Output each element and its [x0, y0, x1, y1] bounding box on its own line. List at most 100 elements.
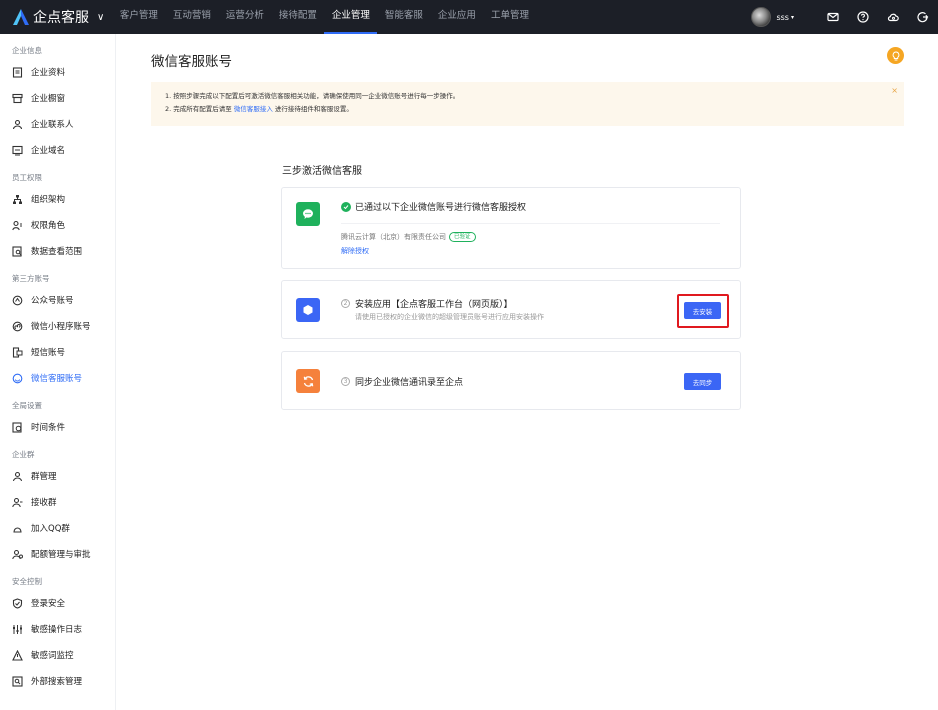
domain-icon — [12, 145, 23, 156]
step-card-authorization: 已通过以下企业微信账号进行微信客服授权 腾讯云计算（北京）有限责任公司 已验证 … — [281, 187, 741, 269]
section-title: 三步激活微信客服 — [282, 166, 362, 177]
wechat-service-icon — [12, 373, 23, 384]
avatar[interactable] — [751, 7, 772, 27]
sidebar-item-label: 短信账号 — [31, 348, 66, 358]
sync-button[interactable]: 去同步 — [684, 373, 721, 390]
shield-icon — [12, 597, 23, 609]
nav-item[interactable]: 客户管理 — [112, 0, 165, 34]
sidebar-item-label: 接收群 — [31, 498, 57, 508]
sidebar-item[interactable]: 短信账号 — [0, 339, 115, 365]
notice-line-1: 1. 按照步骤完成以下配置后可激活微信客服相关功能，请确保使用同一企业微信账号进… — [165, 92, 460, 100]
user-name[interactable]: sss — [776, 13, 789, 22]
sync-icon — [296, 369, 320, 393]
sidebar-item-label: 企业域名 — [31, 146, 66, 156]
step-card-install: 2 安装应用【企点客服工作台（网页版）】 请使用已授权的企业微信的超级管理员账号… — [281, 280, 741, 339]
sidebar-group-title: 员工权限 — [12, 173, 42, 182]
sidebar-item[interactable]: 微信小程序账号 — [0, 313, 115, 339]
notice-line-2: 2. 完成所有配置后请至 微信客服接入 进行接待组件和客服设置。 — [165, 103, 904, 116]
sidebar-item[interactable]: 企业联系人 — [0, 111, 115, 137]
step-2-description: 请使用已授权的企业微信的超级管理员账号进行应用安装操作 — [355, 313, 544, 321]
storefront-icon — [12, 93, 23, 104]
mini-program-icon — [12, 321, 23, 332]
contact-icon — [12, 119, 23, 130]
sidebar-item[interactable]: 企业橱窗 — [0, 85, 115, 111]
sidebar-item-label: 登录安全 — [31, 599, 66, 609]
top-right-tools: sss ▾ — [751, 0, 930, 34]
nav-item[interactable]: 企业应用 — [430, 0, 483, 34]
wechat-work-icon — [296, 202, 320, 226]
help-icon[interactable] — [856, 10, 870, 24]
sidebar-item-label: 敏感操作日志 — [31, 625, 83, 635]
sidebar-item[interactable]: 加入QQ群 — [0, 515, 115, 541]
nav-item[interactable]: 工单管理 — [483, 0, 536, 34]
sms-icon — [12, 346, 23, 358]
sidebar-item-label: 企业联系人 — [31, 120, 74, 130]
sidebar: 企业信息企业资料企业橱窗企业联系人企业域名员工权限组织架构 权限角色数据查看范围第… — [0, 34, 116, 710]
sidebar-group-title: 企业信息 — [12, 46, 42, 55]
sidebar-item[interactable]: 敏感词监控 — [0, 642, 115, 668]
sidebar-group-title: 安全控制 — [12, 577, 42, 586]
role-icon — [12, 220, 23, 231]
sidebar-item-label: 企业橱窗 — [31, 94, 66, 104]
sidebar-item[interactable]: 企业域名 — [0, 137, 115, 163]
wechat-service-access-link[interactable]: 微信客服接入 — [234, 105, 273, 113]
sidebar-item[interactable]: 数据查看范围 — [0, 238, 115, 264]
qq-group-icon — [12, 523, 23, 534]
sidebar-item-label: 企业资料 — [31, 68, 66, 78]
sidebar-item[interactable]: 接收群 — [0, 489, 115, 515]
sidebar-item[interactable]: 配额管理与审批 — [0, 541, 115, 567]
notice-line-2-suffix: 进行接待组件和客服设置。 — [272, 105, 353, 113]
sidebar-group-title: 全局设置 — [12, 401, 42, 410]
sidebar-item[interactable]: 时间条件 — [0, 414, 115, 440]
sidebar-item[interactable]: 企业资料 — [0, 59, 115, 85]
sidebar-group-title: 企业群 — [12, 450, 35, 459]
quota-icon — [12, 549, 23, 560]
official-account-icon — [12, 295, 23, 306]
data-scope-icon — [12, 245, 23, 257]
sidebar-item[interactable]: 登录安全 — [0, 590, 115, 616]
sidebar-item-label: 群管理 — [31, 472, 57, 482]
main-nav: 客户管理 互动营销 运营分析 接待配置 企业管理 智能客服 企业应用 工单管理 — [112, 0, 536, 34]
sidebar-item[interactable]: 群管理 — [0, 463, 115, 489]
sidebar-item[interactable]: 组织架构 — [0, 186, 115, 212]
chevron-down-icon: ∨ — [97, 11, 105, 23]
qidian-logo-icon — [13, 9, 29, 25]
nav-item[interactable]: 运营分析 — [218, 0, 271, 34]
sidebar-item[interactable]: 外部搜索管理 — [0, 668, 115, 694]
sidebar-item-label: 微信小程序账号 — [31, 322, 91, 332]
sidebar-item[interactable]: 敏感操作日志 — [0, 616, 115, 642]
logout-icon[interactable] — [916, 10, 930, 24]
close-icon[interactable]: × — [891, 84, 898, 97]
nav-item[interactable]: 互动营销 — [165, 0, 218, 34]
page-title: 微信客服账号 — [151, 54, 232, 70]
step-card-sync: 3 同步企业微信通讯录至企点 去同步 — [281, 351, 741, 410]
authorized-company: 腾讯云计算（北京）有限责任公司 已验证 — [341, 232, 476, 242]
nav-item[interactable]: 企业管理 — [324, 0, 378, 34]
sidebar-item-label: 数据查看范围 — [31, 247, 83, 257]
sidebar-item-label: 配额管理与审批 — [31, 550, 91, 560]
chevron-down-icon[interactable]: ▾ — [791, 14, 794, 21]
lightbulb-icon[interactable] — [887, 47, 904, 64]
nav-item[interactable]: 接待配置 — [271, 0, 324, 34]
main-content: 微信客服账号 1. 按照步骤完成以下配置后可激活微信客服相关功能，请确保使用同一… — [117, 34, 938, 710]
check-circle-icon — [341, 201, 351, 212]
step-3-title: 同步企业微信通讯录至企点 — [355, 378, 464, 388]
time-condition-icon — [12, 421, 23, 433]
step-2-title: 安装应用【企点客服工作台（网页版）】 — [355, 300, 513, 310]
group-icon — [12, 471, 23, 482]
sliders-icon — [12, 624, 23, 635]
product-switcher[interactable]: 企点客服 ∨ — [12, 0, 108, 34]
app-cube-icon — [296, 298, 320, 322]
top-navigation-bar: 企点客服 ∨ 客户管理 互动营销 运营分析 接待配置 企业管理 智能客服 企业应用 工单管理 … — [0, 0, 938, 34]
mail-icon[interactable] — [826, 10, 840, 24]
sidebar-item[interactable]: 公众号账号 — [0, 287, 115, 313]
sidebar-item-label: 公众号账号 — [31, 296, 74, 306]
sidebar-item[interactable]: 权限角色 — [0, 212, 115, 238]
revoke-authorization-link[interactable]: 解除授权 — [341, 246, 369, 256]
sidebar-item[interactable]: 微信客服账号 — [0, 365, 115, 391]
sidebar-group-title: 第三方账号 — [12, 274, 50, 283]
nav-item[interactable]: 智能客服 — [377, 0, 430, 34]
cloud-icon[interactable] — [886, 10, 900, 24]
install-button[interactable]: 去安装 — [684, 302, 721, 319]
sidebar-item-label: 加入QQ群 — [31, 524, 70, 534]
